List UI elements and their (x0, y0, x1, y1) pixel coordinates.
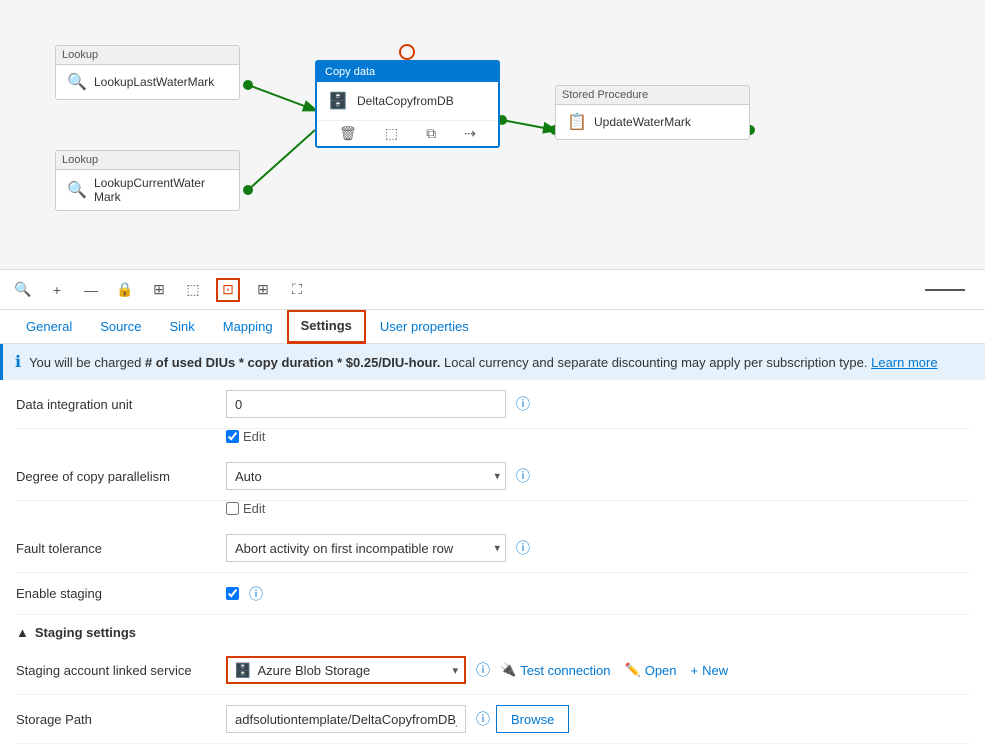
select-icon[interactable]: ⬚ (182, 279, 204, 301)
copy-data-icon: 🗄️ (327, 90, 349, 112)
enable-staging-control: ⓘ (226, 584, 969, 604)
fault-tolerance-row: Fault tolerance Abort activity on first … (16, 524, 969, 573)
fit-icon[interactable]: ⊞ (148, 279, 170, 301)
data-integration-unit-control: ⓘ (226, 390, 969, 418)
storage-path-label: Storage Path (16, 712, 226, 727)
tab-source[interactable]: Source (86, 311, 155, 344)
open-button[interactable]: ✏️ Open (621, 662, 681, 678)
open-label: Open (645, 663, 677, 678)
degree-parallelism-edit-text: Edit (243, 501, 265, 516)
stored-proc-label: UpdateWaterMark (594, 115, 691, 129)
lookup1-header: Lookup (56, 46, 239, 65)
enable-staging-info-icon: ⓘ (249, 584, 263, 604)
tab-bar: General Source Sink Mapping Settings Use… (0, 310, 985, 344)
storage-path-control: ⓘ Browse (226, 705, 969, 733)
data-integration-unit-label: Data integration unit (16, 397, 226, 412)
data-integration-unit-edit-label[interactable]: Edit (226, 429, 969, 444)
enable-compression-row: Enable Compression ⓘ (16, 744, 969, 750)
copy-data-label: DeltaCopyfromDB (357, 94, 454, 108)
fault-tolerance-info-icon: ⓘ (516, 538, 530, 558)
enable-staging-checkbox[interactable] (226, 587, 239, 600)
stored-proc-icon: 📋 (566, 111, 588, 133)
pipeline-canvas[interactable]: Lookup 🔍 LookupLastWaterMark Lookup 🔍 Lo… (0, 0, 985, 270)
new-label: New (702, 663, 728, 678)
staging-account-row: Staging account linked service 🗄️ Azure … (16, 646, 969, 695)
staging-account-value: Azure Blob Storage (257, 663, 446, 678)
tab-user-properties[interactable]: User properties (366, 311, 483, 344)
learn-more-link[interactable]: Learn more (871, 355, 937, 370)
data-integration-unit-edit-checkbox[interactable] (226, 430, 239, 443)
data-integration-unit-info-icon: ⓘ (516, 394, 530, 414)
grid-icon[interactable]: ⊞ (252, 279, 274, 301)
fault-tolerance-label: Fault tolerance (16, 541, 226, 556)
settings-panel: Data integration unit ⓘ Edit Degree of c… (0, 380, 985, 750)
info-text: You will be charged # of used DIUs * cop… (29, 355, 938, 370)
enable-staging-label: Enable staging (16, 586, 226, 601)
tab-settings[interactable]: Settings (287, 310, 366, 344)
stored-proc-header: Stored Procedure (556, 86, 749, 105)
staging-account-control: 🗄️ Azure Blob Storage ▾ ⓘ 🔌 Test connect… (226, 656, 969, 684)
degree-parallelism-edit-row: Edit (16, 501, 969, 524)
degree-parallelism-edit-checkbox[interactable] (226, 502, 239, 515)
degree-parallelism-edit-label[interactable]: Edit (226, 501, 969, 516)
staging-settings-header: ▲ Staging settings (16, 615, 969, 646)
info-banner: ℹ You will be charged # of used DIUs * c… (0, 344, 985, 380)
staging-settings-collapse-icon[interactable]: ▲ (16, 625, 29, 640)
toolbar: 🔍 + — 🔒 ⊞ ⬚ ⊡ ⊞ ⛶ (0, 270, 985, 310)
copy-data-node[interactable]: Copy data 🗄️ DeltaCopyfromDB 🗑 ⬚ ⧉ ⇢ (315, 60, 500, 148)
copy-connect-icon[interactable]: ⇢ (464, 125, 476, 142)
arrange-icon[interactable]: ⛶ (286, 279, 308, 301)
lock-icon[interactable]: 🔒 (114, 279, 136, 301)
storage-path-info-icon: ⓘ (476, 709, 490, 729)
zoom-in-icon[interactable]: + (46, 279, 68, 301)
search-icon[interactable]: 🔍 (12, 279, 34, 301)
fault-tolerance-select[interactable]: Abort activity on first incompatible row… (226, 534, 506, 562)
browse-button[interactable]: Browse (496, 705, 569, 733)
pointer-icon[interactable]: ⊡ (216, 278, 240, 302)
test-connection-icon: 🔌 (500, 662, 516, 678)
new-button[interactable]: + New (687, 663, 733, 678)
fault-tolerance-control: Abort activity on first incompatible row… (226, 534, 969, 562)
staging-account-arrow-icon: ▾ (446, 664, 464, 677)
lookup2-icon: 🔍 (66, 179, 88, 201)
degree-parallelism-info-icon: ⓘ (516, 466, 530, 486)
new-icon: + (691, 663, 699, 678)
data-integration-unit-edit-row: Edit (16, 429, 969, 452)
tab-mapping[interactable]: Mapping (209, 311, 287, 344)
zoom-out-icon[interactable]: — (80, 279, 102, 301)
info-icon: ℹ (15, 352, 21, 372)
lookup1-icon: 🔍 (66, 71, 88, 93)
staging-account-label: Staging account linked service (16, 663, 226, 678)
staging-account-select[interactable]: 🗄️ Azure Blob Storage ▾ (226, 656, 466, 684)
copy-delete-icon[interactable]: 🗑 (339, 125, 357, 142)
lookup2-header: Lookup (56, 151, 239, 170)
test-connection-label: Test connection (520, 663, 610, 678)
lookup2-label: LookupCurrentWater Mark (94, 176, 205, 204)
copy-edit-icon[interactable]: ⬚ (385, 125, 398, 142)
info-bold: # of used DIUs * copy duration * $0.25/D… (145, 355, 440, 370)
staging-settings-title: Staging settings (35, 625, 136, 640)
degree-parallelism-row: Degree of copy parallelism Auto 1248 ⓘ (16, 452, 969, 501)
staging-account-info-icon: ⓘ (476, 660, 490, 680)
test-connection-button[interactable]: 🔌 Test connection (496, 662, 615, 678)
degree-parallelism-label: Degree of copy parallelism (16, 469, 226, 484)
degree-parallelism-control: Auto 1248 ⓘ (226, 462, 969, 490)
copy-clone-icon[interactable]: ⧉ (426, 125, 436, 142)
enable-staging-row: Enable staging ⓘ (16, 573, 969, 615)
degree-parallelism-select[interactable]: Auto 1248 (226, 462, 506, 490)
tab-sink[interactable]: Sink (155, 311, 208, 344)
storage-path-row: Storage Path ⓘ Browse (16, 695, 969, 744)
stored-proc-node[interactable]: Stored Procedure 📋 UpdateWaterMark (555, 85, 750, 140)
open-icon: ✏️ (625, 662, 641, 678)
data-integration-unit-edit-text: Edit (243, 429, 265, 444)
lookup2-node[interactable]: Lookup 🔍 LookupCurrentWater Mark (55, 150, 240, 211)
data-integration-unit-row: Data integration unit ⓘ (16, 380, 969, 429)
lookup1-label: LookupLastWaterMark (94, 75, 214, 89)
blob-storage-icon: 🗄️ (228, 662, 257, 679)
lookup1-node[interactable]: Lookup 🔍 LookupLastWaterMark (55, 45, 240, 100)
copy-data-header: Copy data (317, 62, 498, 82)
storage-path-input[interactable] (226, 705, 466, 733)
data-integration-unit-input[interactable] (226, 390, 506, 418)
tab-general[interactable]: General (12, 311, 86, 344)
